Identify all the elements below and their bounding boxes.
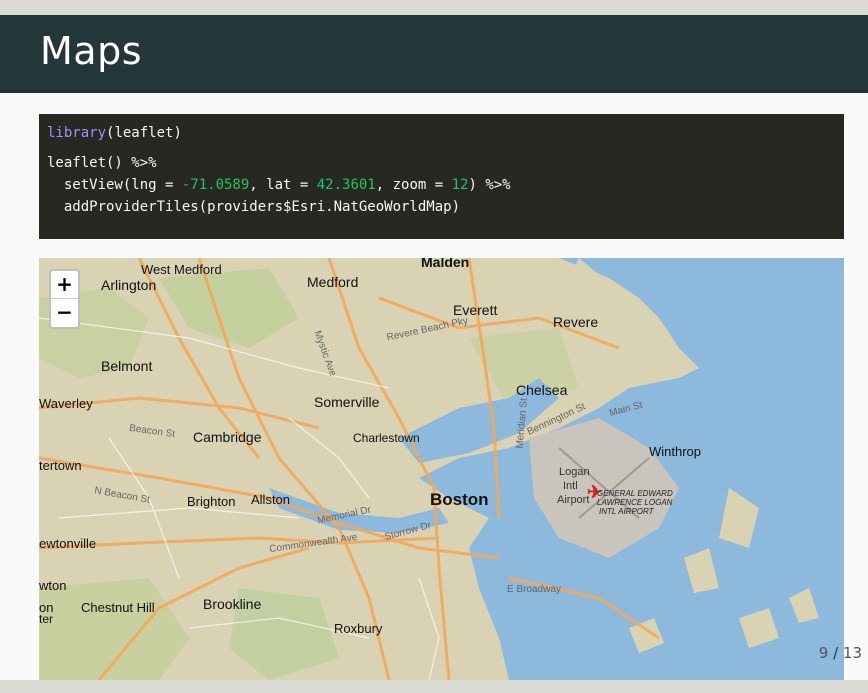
code-text: , zoom = — [375, 177, 452, 193]
code-line-3: setView(lng = -71.0589, lat = 42.3601, z… — [47, 174, 836, 196]
map-label-roxbury: Roxbury — [334, 621, 383, 636]
map-label-east-broadway: E Broadway — [507, 584, 561, 595]
map-label-brighton: Brighton — [187, 494, 236, 509]
code-number: 42.3601 — [316, 177, 376, 193]
page-number: 9 / 13 — [819, 644, 862, 662]
map-label-charlestown: Charlestown — [353, 431, 420, 445]
map-label-newton-centre-2: ter — [39, 612, 54, 626]
map-label-everett: Everett — [453, 302, 498, 318]
zoom-control: + − — [49, 269, 80, 329]
code-text: , lat = — [249, 177, 317, 193]
map-label-newton: wton — [39, 578, 67, 593]
code-line-2: leaflet() %>% — [47, 155, 157, 171]
code-text: (leaflet) — [106, 125, 182, 141]
map-label-winthrop: Winthrop — [649, 444, 702, 459]
map-label-chestnut-hill: Chestnut Hill — [81, 600, 155, 615]
map-label-airport-3: INTL AIRPORT — [599, 507, 654, 516]
map-label-airport-1: GENERAL EDWARD — [597, 489, 673, 498]
code-block: library(leaflet) leaflet() %>% setView(l… — [39, 114, 844, 239]
map-label-arlington: Arlington — [101, 277, 157, 293]
leaflet-map[interactable]: + − Malden West Medford Medford Arlingto… — [39, 258, 844, 680]
map-label-brookline: Brookline — [203, 596, 262, 612]
map-label-logan-2: Intl — [563, 480, 578, 492]
code-function: library — [47, 125, 107, 141]
page-total: 13 — [842, 644, 862, 662]
zoom-in-button[interactable]: + — [51, 271, 78, 299]
code-number: 12 — [451, 177, 469, 193]
map-label-logan-3: Airport — [557, 494, 590, 506]
map-label-allston: Allston — [251, 492, 291, 507]
code-number: -71.0589 — [181, 177, 250, 193]
map-label-newtonville: ewtonville — [39, 536, 97, 551]
map-label-medford: Medford — [307, 274, 359, 290]
map-label-watertown: tertown — [39, 458, 82, 473]
code-text: setView(lng = — [47, 177, 182, 193]
map-label-waverley: Waverley — [39, 396, 93, 411]
map-label-cambridge: Cambridge — [193, 429, 262, 445]
map-label-somerville: Somerville — [314, 394, 380, 410]
slide-header: Maps — [0, 15, 868, 93]
code-line-1: library(leaflet) — [47, 122, 836, 144]
top-strip — [0, 0, 868, 15]
code-text: ) %>% — [468, 177, 511, 193]
map-label-malden: Malden — [421, 258, 470, 270]
map-label-logan-1: Logan — [559, 466, 590, 478]
zoom-out-button[interactable]: − — [51, 299, 78, 327]
page-current: 9 — [818, 644, 829, 662]
map-label-boston: Boston — [430, 490, 489, 509]
map-label-belmont: Belmont — [101, 358, 153, 374]
map-label-revere: Revere — [553, 314, 599, 330]
slide: Maps library(leaflet) leaflet() %>% setV… — [0, 0, 868, 680]
page-separator: / — [833, 644, 839, 662]
slide-title: Maps — [40, 29, 142, 73]
bottom-strip — [0, 680, 868, 693]
code-line-4: addProviderTiles(providers$Esri.NatGeoWo… — [47, 199, 461, 215]
map-label-chelsea: Chelsea — [516, 382, 568, 398]
map-label-west-medford: West Medford — [141, 262, 222, 277]
map-label-airport-2: LAWRENCE LOGAN — [597, 498, 673, 507]
